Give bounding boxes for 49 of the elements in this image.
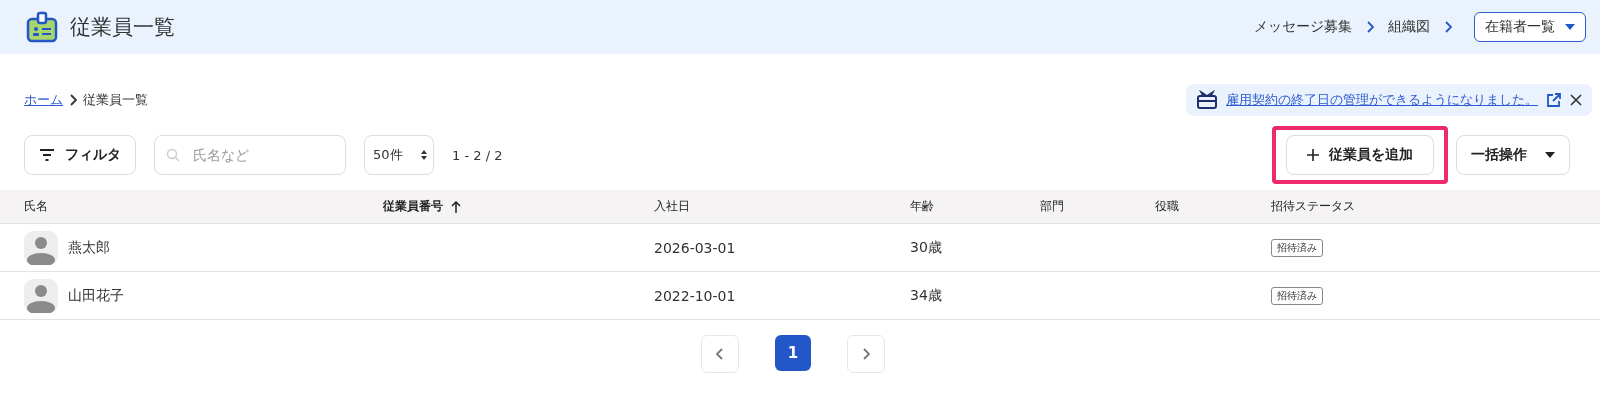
page-title: 従業員一覧	[70, 14, 175, 41]
close-icon[interactable]	[1570, 94, 1582, 106]
status-tag: 招待済み	[1271, 286, 1323, 305]
gift-icon	[1196, 90, 1218, 110]
table-cell-text: 34歳	[910, 286, 943, 305]
table-cell-text: 2022-10-01	[654, 287, 737, 304]
chevron-left-icon	[716, 348, 724, 360]
avatar-icon	[24, 278, 58, 313]
chevron-right-icon	[1444, 21, 1452, 33]
chevron-right-icon	[862, 348, 870, 360]
caret-icon	[1545, 152, 1555, 158]
avatar-icon	[24, 230, 58, 265]
table-cell-text: 30歳	[910, 238, 943, 257]
column-header[interactable]: 年齢	[910, 198, 1040, 215]
external-link-icon[interactable]	[1546, 92, 1562, 108]
chevron-right-icon	[1366, 21, 1374, 33]
column-header[interactable]: 入社日	[654, 198, 910, 215]
add-employee-button[interactable]: 従業員を追加	[1286, 135, 1434, 175]
column-header[interactable]: 役職	[1155, 198, 1271, 215]
table-row[interactable]: 山田花子 2022-10-01 34歳 招待済み	[0, 272, 1600, 320]
column-header[interactable]: 氏名	[24, 198, 383, 215]
sort-arrows-icon	[421, 150, 427, 160]
column-header[interactable]: 部門	[1040, 198, 1155, 215]
view-select[interactable]: 在籍者一覧	[1474, 12, 1586, 42]
table-cell-text: 2026-03-01	[654, 239, 737, 256]
search-field[interactable]: 氏名など	[154, 135, 346, 175]
id-badge-icon	[26, 11, 58, 43]
plus-icon	[1307, 149, 1319, 161]
column-header[interactable]: 招待ステータス	[1271, 198, 1600, 215]
table-cell: 山田花子	[68, 286, 124, 305]
caret-icon	[1565, 24, 1575, 30]
search-icon	[166, 148, 180, 162]
header-link[interactable]: 組織図	[1388, 18, 1430, 36]
bulk-action-button[interactable]: 一括操作	[1456, 135, 1570, 175]
page-size-select[interactable]: 50件	[364, 135, 434, 175]
notice-link[interactable]: 雇用契約の終了日の管理ができるようになりました。	[1226, 91, 1538, 109]
result-count: 1 - 2 / 2	[452, 147, 503, 163]
table-cell: 燕太郎	[68, 238, 110, 257]
arrow-up-icon	[451, 200, 461, 213]
filter-icon	[39, 149, 55, 161]
breadcrumb-item[interactable]: 従業員一覧	[83, 91, 148, 109]
table-row[interactable]: 燕太郎 2026-03-01 30歳 招待済み	[0, 224, 1600, 272]
status-tag: 招待済み	[1271, 238, 1323, 257]
chevron-right-icon	[69, 94, 77, 106]
filter-button[interactable]: フィルタ	[24, 135, 136, 175]
page-button[interactable]: 1	[775, 335, 811, 371]
header-link[interactable]: メッセージ募集	[1254, 18, 1352, 36]
column-header[interactable]: 従業員番号	[383, 198, 654, 215]
breadcrumb-item[interactable]: ホーム	[24, 91, 63, 109]
